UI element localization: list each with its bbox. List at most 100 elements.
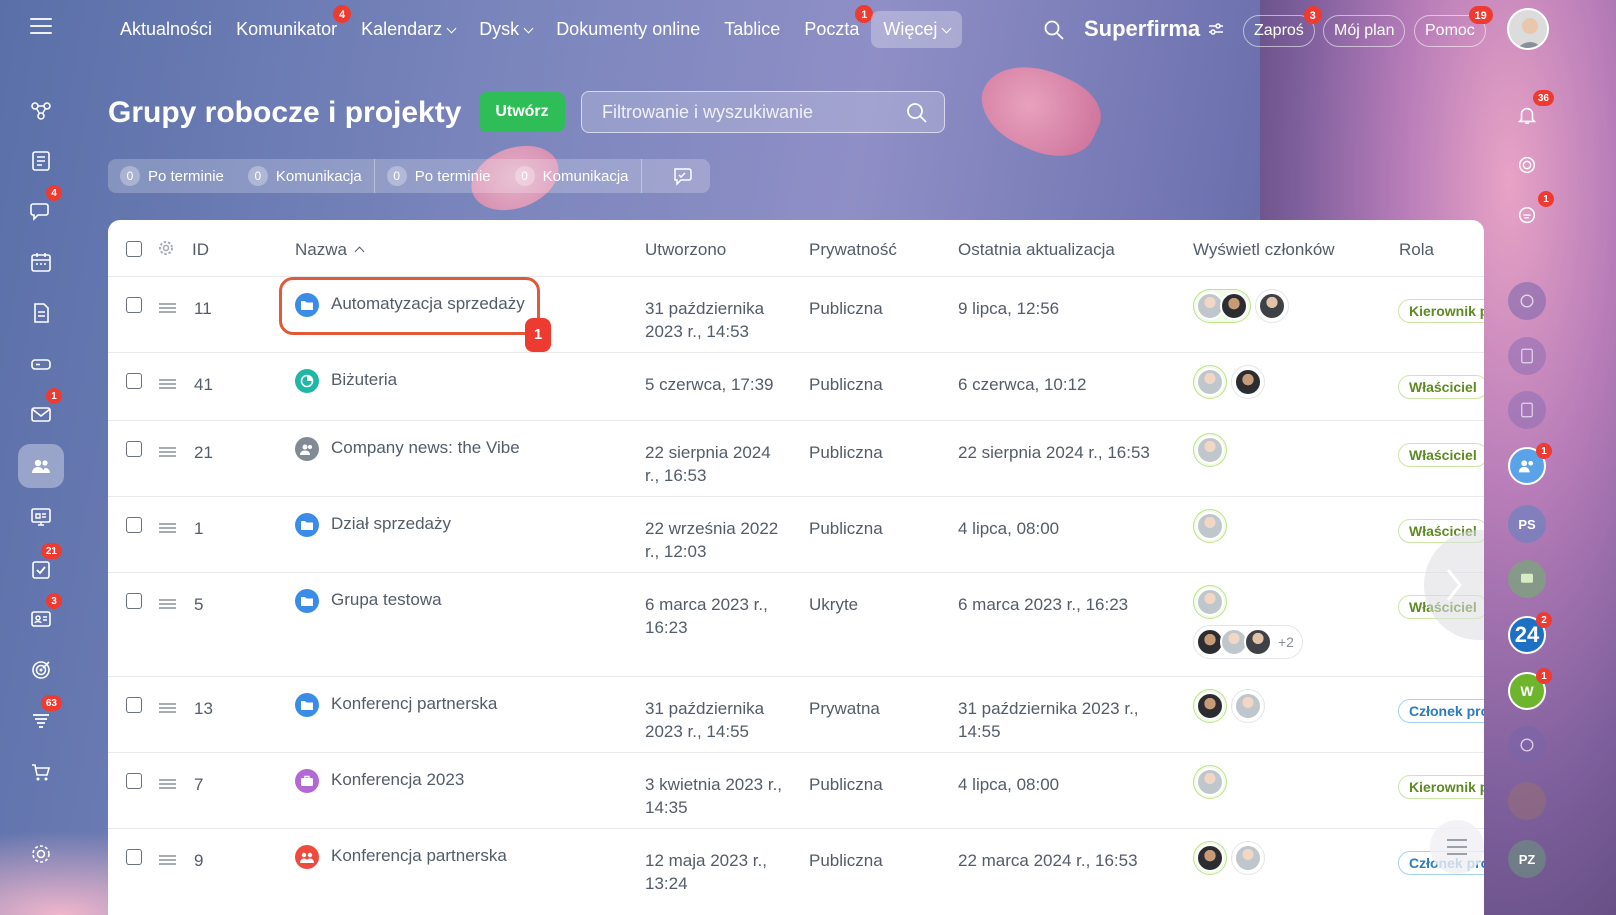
counter-overdue[interactable]: 0 Po terminie (108, 159, 236, 193)
counter-communication[interactable]: 0 Komunikacja (236, 159, 375, 193)
chat-avatar-ps[interactable]: PS (1508, 505, 1546, 543)
filter-search[interactable] (581, 91, 945, 133)
sidebar-item-sales[interactable]: 63 (18, 695, 64, 743)
row-checkbox[interactable] (126, 593, 142, 609)
sidebar-item-calendar[interactable] (18, 240, 64, 284)
row-checkbox[interactable] (126, 697, 142, 713)
chat-avatar-green[interactable] (1508, 560, 1546, 598)
recent-chat-item[interactable] (1508, 282, 1546, 320)
groups-chat-item[interactable]: 1 (1508, 443, 1552, 485)
sidebar-item-feed[interactable] (18, 139, 64, 183)
drag-handle-icon[interactable] (159, 855, 176, 865)
sidebar-item-settings[interactable] (18, 832, 64, 876)
table-row[interactable]: 7 Konferencja 2023 3 kwietnia 2023 r., 1… (108, 753, 1484, 829)
drag-handle-icon[interactable] (159, 779, 176, 789)
column-header-role[interactable]: Rola (1399, 240, 1434, 260)
group-name-link[interactable]: Dział sprzedaży (295, 513, 451, 537)
user-avatar[interactable] (1507, 8, 1549, 50)
counter-communication[interactable]: 0 Komunikacja (503, 159, 642, 193)
nav-item-messenger[interactable]: Komunikator 4 (224, 4, 352, 48)
sidebar-item-chat[interactable]: 4 (18, 185, 64, 233)
sidebar-item-goals[interactable] (18, 648, 64, 692)
members-list[interactable] (1193, 841, 1343, 881)
list-menu-button[interactable] (1430, 820, 1484, 874)
read-all-icon[interactable] (672, 166, 694, 186)
create-button[interactable]: Utwórz (479, 92, 565, 132)
help-button[interactable]: Pomoc 19 (1414, 6, 1493, 47)
column-header-members[interactable]: Wyświetl członków (1193, 240, 1335, 260)
column-header-name[interactable]: Nazwa (295, 240, 365, 260)
drag-handle-icon[interactable] (159, 379, 176, 389)
row-checkbox[interactable] (126, 849, 142, 865)
nav-item-news[interactable]: Aktualności (108, 11, 224, 48)
drag-handle-icon[interactable] (159, 447, 176, 457)
nav-item-boards[interactable]: Tablice (712, 11, 792, 48)
invite-button[interactable]: Zaproś 3 (1243, 6, 1322, 47)
chat-avatar-pz[interactable]: PZ (1508, 840, 1546, 878)
nav-item-mail[interactable]: Poczta 1 (792, 4, 874, 48)
members-list[interactable] (1193, 689, 1343, 729)
group-name-link[interactable]: Konferencja partnerska (295, 845, 507, 869)
table-row[interactable]: 5 Grupa testowa 6 marca 2023 r., 16:23 U… (108, 573, 1484, 677)
more-members-count[interactable]: +2 (1278, 634, 1294, 650)
drag-handle-icon[interactable] (159, 303, 176, 313)
column-header-privacy[interactable]: Prywatność (809, 240, 897, 260)
group-name-link[interactable]: Company news: the Vibe (295, 437, 520, 461)
drag-handle-icon[interactable] (159, 599, 176, 609)
column-header-updated[interactable]: Ostatnia aktualizacja (958, 240, 1115, 260)
row-checkbox[interactable] (126, 773, 142, 789)
drag-handle-icon[interactable] (159, 523, 176, 533)
messenger-button[interactable]: 1 (1508, 191, 1554, 235)
menu-icon[interactable] (30, 18, 52, 34)
members-list[interactable] (1193, 289, 1343, 329)
table-row[interactable]: 13 Konferencj partnerska 31 października… (108, 677, 1484, 753)
table-row[interactable]: 1 Dział sprzedaży 22 września 2022 r., 1… (108, 497, 1484, 573)
company-name[interactable]: Superfirma (1084, 16, 1224, 42)
group-name-link[interactable]: Grupa testowa (295, 589, 442, 613)
table-row[interactable]: 21 Company news: the Vibe 22 sierpnia 20… (108, 421, 1484, 497)
notifications-button[interactable]: 36 (1508, 90, 1554, 134)
group-name-link[interactable]: Biżuteria (295, 369, 397, 393)
sidebar-item-groups[interactable] (18, 444, 64, 488)
my-plan-button[interactable]: Mój plan (1323, 15, 1406, 47)
table-row[interactable]: 41 Biżuteria 5 czerwca, 17:39 Publiczna … (108, 353, 1484, 421)
copilot-button[interactable] (1508, 146, 1546, 184)
search-icon[interactable] (906, 102, 928, 124)
sidebar-item-shop[interactable] (18, 750, 64, 794)
bitrix24-chat[interactable]: 24 2 (1508, 612, 1552, 654)
nav-item-more[interactable]: Więcej (871, 10, 963, 48)
nav-item-drive[interactable]: Dysk (467, 11, 544, 48)
sidebar-item-crm[interactable]: 3 (18, 593, 64, 641)
sidebar-item-docs[interactable] (18, 291, 64, 335)
row-checkbox[interactable] (126, 373, 142, 389)
chat-avatar-w[interactable]: W1 (1508, 668, 1552, 710)
group-name-link[interactable]: Konferencja 2023 (295, 769, 464, 793)
sidebar-item-drive[interactable] (18, 342, 64, 386)
row-checkbox[interactable] (126, 297, 142, 313)
row-checkbox[interactable] (126, 517, 142, 533)
recent-chat-item[interactable] (1508, 391, 1546, 429)
search-input[interactable] (582, 92, 944, 132)
sidebar-item-mail[interactable]: 1 (18, 388, 64, 436)
sidebar-item-tasks[interactable]: 21 (18, 543, 64, 591)
row-checkbox[interactable] (126, 441, 142, 457)
members-list[interactable] (1193, 765, 1343, 805)
select-all-checkbox[interactable] (126, 241, 142, 257)
nav-item-online-docs[interactable]: Dokumenty online (544, 11, 712, 48)
members-list[interactable] (1193, 509, 1343, 549)
group-name-link[interactable]: Konferencj partnerska (295, 693, 497, 717)
members-list[interactable] (1193, 433, 1343, 473)
members-list[interactable] (1193, 365, 1343, 405)
search-icon[interactable] (1044, 20, 1064, 40)
sidebar-item-boards[interactable] (18, 495, 64, 539)
members-list[interactable]: +2 (1193, 585, 1343, 665)
nav-item-calendar[interactable]: Kalendarz (349, 11, 467, 48)
drag-handle-icon[interactable] (159, 703, 176, 713)
table-row[interactable]: 9 Konferencja partnerska 12 maja 2023 r.… (108, 829, 1484, 915)
recent-chat-item[interactable] (1508, 726, 1546, 764)
column-header-created[interactable]: Utworzono (645, 240, 726, 260)
sidebar-item-automation[interactable] (18, 88, 64, 132)
chat-avatar-photo[interactable] (1508, 782, 1546, 820)
column-header-id[interactable]: ID (192, 240, 209, 260)
counter-overdue[interactable]: 0 Po terminie (375, 159, 503, 193)
